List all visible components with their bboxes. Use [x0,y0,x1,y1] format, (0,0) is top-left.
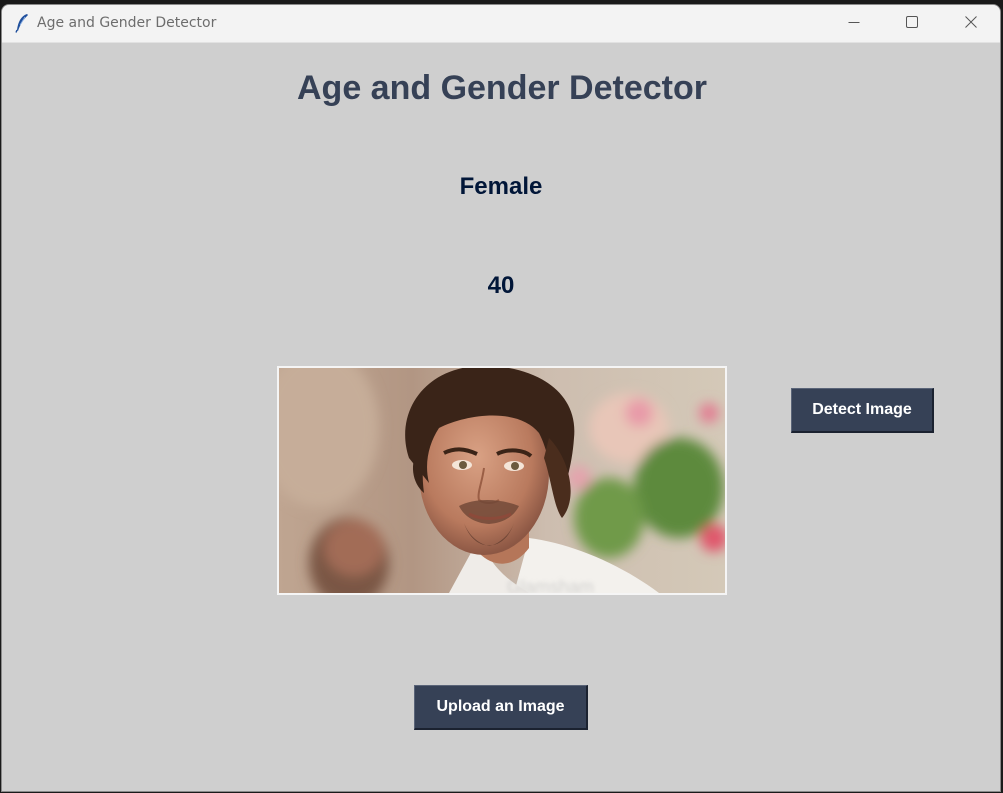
title-bar[interactable]: Age and Gender Detector [2,5,1000,43]
minimize-icon [848,15,860,33]
detect-image-button[interactable]: Detect Image [791,388,934,433]
minimize-button[interactable] [825,5,883,42]
page-title: Age and Gender Detector [297,69,707,107]
app-window: Age and Gender Detector Age and Gender D… [1,4,1001,792]
close-button[interactable] [942,5,1000,42]
age-result: 40 [487,272,515,299]
upload-image-button[interactable]: Upload an Image [414,685,588,730]
gender-result: Female [459,173,543,200]
maximize-icon [906,15,918,33]
feather-icon [14,13,30,33]
maximize-button[interactable] [883,5,941,42]
uploaded-image: Glamsham [277,366,727,595]
svg-text:Glamsham: Glamsham [507,577,594,593]
close-icon [965,15,977,33]
window-title: Age and Gender Detector [37,15,217,31]
